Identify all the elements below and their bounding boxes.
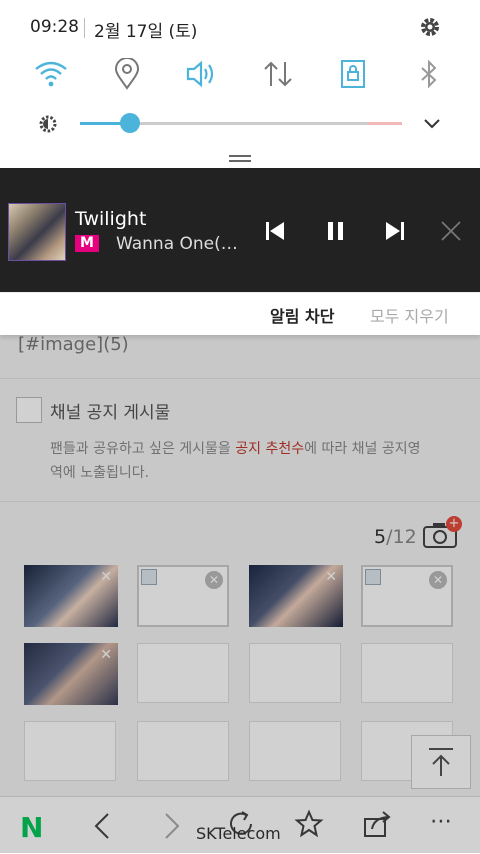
notice-desc-highlight: 공지 추천수: [235, 441, 305, 457]
scroll-top-icon: [429, 748, 453, 776]
thumbnail-image[interactable]: ✕: [249, 565, 343, 627]
close-icon[interactable]: ✕: [100, 569, 112, 585]
thumbnail-empty[interactable]: [137, 643, 229, 703]
notification-actions: 알림 차단 모두 지우기: [0, 292, 480, 335]
thumbnail-broken[interactable]: ✕: [361, 565, 453, 627]
camera-add-badge: +: [446, 516, 462, 532]
back-icon[interactable]: [92, 811, 112, 841]
wifi-icon[interactable]: [34, 60, 68, 88]
location-icon[interactable]: [114, 58, 140, 90]
close-icon[interactable]: ✕: [325, 569, 337, 585]
close-icon[interactable]: [440, 220, 462, 242]
media-artist: Wanna One(…: [116, 234, 238, 254]
notification-shade: 09:28 2월 17일 (토) Twilight M Wanna One(… …: [0, 0, 480, 335]
carrier-label: SKTelecom: [196, 824, 281, 843]
share-icon[interactable]: [362, 809, 394, 839]
bluetooth-icon[interactable]: [418, 59, 440, 89]
thumbnail-broken[interactable]: ✕: [137, 565, 229, 627]
divider: [0, 378, 480, 379]
close-icon[interactable]: ✕: [429, 571, 447, 589]
drag-handle[interactable]: [229, 155, 251, 157]
forward-icon[interactable]: [162, 811, 182, 841]
naver-logo-icon[interactable]: N: [20, 811, 43, 844]
clear-all-button[interactable]: 모두 지우기: [370, 303, 449, 327]
brightness-slider-track-warn: [368, 122, 402, 125]
scroll-top-button[interactable]: [411, 735, 471, 789]
thumbnail-empty[interactable]: [249, 721, 341, 781]
star-icon[interactable]: [294, 809, 324, 839]
image-count: 5/12: [374, 526, 417, 548]
thumbnail-empty[interactable]: [361, 643, 453, 703]
image-count-total: /12: [386, 526, 417, 548]
thumbnail-empty[interactable]: [24, 721, 116, 781]
album-art: [8, 203, 66, 261]
divider: [0, 501, 480, 502]
broken-image-icon: [365, 569, 381, 585]
camera-icon[interactable]: +: [422, 516, 462, 548]
thumbnail-image[interactable]: ✕: [24, 643, 118, 705]
image-count-current: 5: [374, 526, 387, 548]
status-date[interactable]: 2월 17일 (토): [94, 17, 197, 42]
lock-rotation-icon[interactable]: [340, 59, 366, 89]
drag-handle-line: [229, 160, 251, 162]
gear-icon[interactable]: [418, 15, 442, 39]
brightness-slider-track: [132, 122, 368, 125]
brightness-slider-thumb[interactable]: [120, 113, 140, 133]
chevron-down-icon[interactable]: [422, 117, 442, 131]
block-notifications-button[interactable]: 알림 차단: [270, 303, 334, 327]
notice-desc-line2: 역에 노출됩니다.: [50, 465, 150, 481]
thumbnail-empty[interactable]: [249, 643, 341, 703]
image-placeholder-text: [#image](5): [18, 334, 129, 355]
notice-desc-text: 팬들과 공유하고 싶은 게시물을: [50, 441, 236, 457]
notice-checkbox[interactable]: [16, 397, 42, 423]
media-notification[interactable]: Twilight M Wanna One(…: [0, 168, 480, 292]
close-icon[interactable]: ✕: [100, 647, 112, 663]
broken-image-icon: [141, 569, 157, 585]
media-title: Twilight: [75, 208, 147, 230]
quick-settings-panel: 09:28 2월 17일 (토): [0, 0, 480, 168]
melon-app-icon: M: [75, 235, 99, 252]
more-icon[interactable]: ⋯: [430, 809, 454, 834]
bottom-toolbar: N SKTelecom ⋯: [0, 796, 480, 854]
brightness-icon[interactable]: [36, 112, 60, 136]
prev-icon[interactable]: [264, 220, 286, 242]
notice-desc-text-2: 에 따라 채널 공지영: [304, 441, 421, 457]
thumbnail-empty[interactable]: [137, 721, 229, 781]
notice-description: 팬들과 공유하고 싶은 게시물을 공지 추천수에 따라 채널 공지영 역에 노출…: [50, 437, 470, 485]
thumbnail-image[interactable]: ✕: [24, 565, 118, 627]
data-icon[interactable]: [262, 60, 294, 88]
next-icon[interactable]: [384, 220, 406, 242]
divider: [84, 18, 85, 38]
close-icon[interactable]: ✕: [205, 571, 223, 589]
notice-title: 채널 공지 게시물: [50, 403, 171, 423]
status-time: 09:28: [30, 17, 79, 37]
pause-icon[interactable]: [326, 220, 346, 242]
sound-icon[interactable]: [186, 60, 218, 88]
